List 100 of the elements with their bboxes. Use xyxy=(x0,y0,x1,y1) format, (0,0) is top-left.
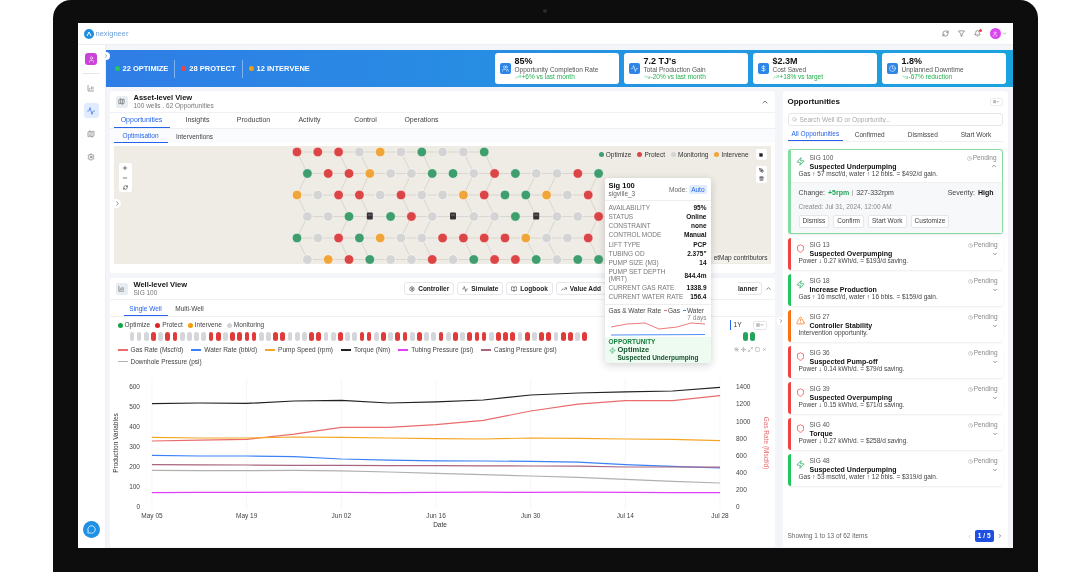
well-node[interactable] xyxy=(322,168,333,179)
status-pill[interactable] xyxy=(560,331,566,341)
well-node[interactable] xyxy=(582,189,593,201)
well-node[interactable] xyxy=(301,211,312,222)
pump-icon[interactable] xyxy=(449,212,456,220)
well-node[interactable] xyxy=(364,168,375,179)
well-node[interactable] xyxy=(291,232,302,244)
well-node[interactable] xyxy=(478,189,489,201)
well-node[interactable] xyxy=(478,146,489,158)
well-node[interactable] xyxy=(374,232,385,244)
status-pill[interactable] xyxy=(510,331,516,341)
next-page-icon[interactable] xyxy=(996,533,1003,540)
status-pill[interactable] xyxy=(172,331,178,341)
well-node[interactable] xyxy=(343,254,354,264)
well-node[interactable] xyxy=(291,146,302,158)
well-node[interactable] xyxy=(572,254,583,264)
status-pill[interactable] xyxy=(151,331,156,341)
status-pill[interactable] xyxy=(337,331,343,341)
status-pill[interactable] xyxy=(273,331,279,341)
well-node[interactable] xyxy=(395,189,406,201)
well-node[interactable] xyxy=(364,254,375,264)
menu-button[interactable] xyxy=(752,320,767,330)
caret-icon[interactable] xyxy=(1001,31,1007,36)
pan-icon[interactable] xyxy=(740,347,746,352)
well-node[interactable] xyxy=(405,211,416,222)
caret-icon[interactable] xyxy=(996,100,1000,104)
status-pill[interactable] xyxy=(496,331,501,341)
status-pill[interactable] xyxy=(208,331,214,341)
collapse-icon[interactable] xyxy=(990,163,997,170)
well-node[interactable] xyxy=(593,168,604,179)
well-node[interactable] xyxy=(530,168,541,179)
trash-icon[interactable] xyxy=(758,176,764,181)
well-node[interactable] xyxy=(457,189,468,201)
status-pill[interactable] xyxy=(582,331,588,341)
well-node[interactable] xyxy=(447,254,458,264)
well-node[interactable] xyxy=(520,232,531,244)
well-node[interactable] xyxy=(457,232,468,244)
well-node[interactable] xyxy=(322,211,333,222)
status-pill[interactable] xyxy=(567,331,573,341)
reset-icon[interactable] xyxy=(122,185,128,190)
zoom-in-icon[interactable] xyxy=(122,165,128,171)
well-node[interactable] xyxy=(457,146,468,158)
well-node[interactable] xyxy=(416,232,427,244)
chat-icon[interactable] xyxy=(86,525,96,534)
well-node[interactable] xyxy=(395,146,406,158)
well-node[interactable] xyxy=(343,211,354,222)
status-pill[interactable] xyxy=(309,331,314,341)
status-pill[interactable] xyxy=(366,331,372,341)
well-node[interactable] xyxy=(385,254,396,264)
expand-icon[interactable] xyxy=(113,199,121,208)
bell-icon[interactable] xyxy=(973,30,981,37)
pump-icon[interactable] xyxy=(366,212,373,220)
expand-icon[interactable] xyxy=(991,322,998,329)
well-node[interactable] xyxy=(322,254,333,264)
status-pill[interactable] xyxy=(251,331,257,341)
well-node[interactable] xyxy=(353,232,364,244)
expand-icon[interactable] xyxy=(991,250,998,257)
well-node[interactable] xyxy=(353,146,364,158)
well-node[interactable] xyxy=(489,254,500,264)
close-icon[interactable] xyxy=(761,347,767,352)
pen-icon[interactable] xyxy=(758,168,764,173)
well-node[interactable] xyxy=(593,211,604,222)
status-pill[interactable] xyxy=(215,331,221,341)
zoom-icon[interactable] xyxy=(733,347,739,352)
status-pill[interactable] xyxy=(395,331,401,341)
well-node[interactable] xyxy=(509,211,520,222)
well-node[interactable] xyxy=(489,168,500,179)
well-node[interactable] xyxy=(468,254,479,264)
well-node[interactable] xyxy=(385,168,396,179)
well-node[interactable] xyxy=(582,232,593,244)
expand-icon[interactable] xyxy=(991,430,998,437)
status-pill[interactable] xyxy=(359,331,365,341)
status-pill[interactable] xyxy=(165,331,171,341)
status-pill[interactable] xyxy=(230,331,235,341)
well-node[interactable] xyxy=(551,254,562,264)
well-node[interactable] xyxy=(333,232,344,244)
status-pill[interactable] xyxy=(546,331,552,341)
well-node[interactable] xyxy=(561,232,572,244)
settings-icon[interactable] xyxy=(87,152,95,161)
well-node[interactable] xyxy=(426,211,437,222)
status-pill[interactable] xyxy=(474,331,480,341)
expand-icon[interactable] xyxy=(776,317,785,325)
status-pill[interactable] xyxy=(481,331,487,341)
status-pill[interactable] xyxy=(452,331,458,341)
map-icon[interactable] xyxy=(87,129,95,138)
well-node[interactable] xyxy=(478,232,489,244)
well-node[interactable] xyxy=(468,211,479,222)
nav-item[interactable] xyxy=(83,103,99,118)
well-node[interactable] xyxy=(551,211,562,222)
expand-icon[interactable] xyxy=(991,466,998,473)
stop-icon[interactable] xyxy=(759,152,763,157)
sort-button[interactable] xyxy=(989,98,1003,106)
well-node[interactable] xyxy=(499,189,510,201)
well-node[interactable] xyxy=(520,189,531,201)
well-node[interactable] xyxy=(437,232,448,244)
status-pill[interactable] xyxy=(749,331,755,341)
status-pill[interactable] xyxy=(503,331,509,341)
well-node[interactable] xyxy=(395,232,406,244)
status-pill[interactable] xyxy=(237,331,243,341)
well-node[interactable] xyxy=(541,232,552,244)
